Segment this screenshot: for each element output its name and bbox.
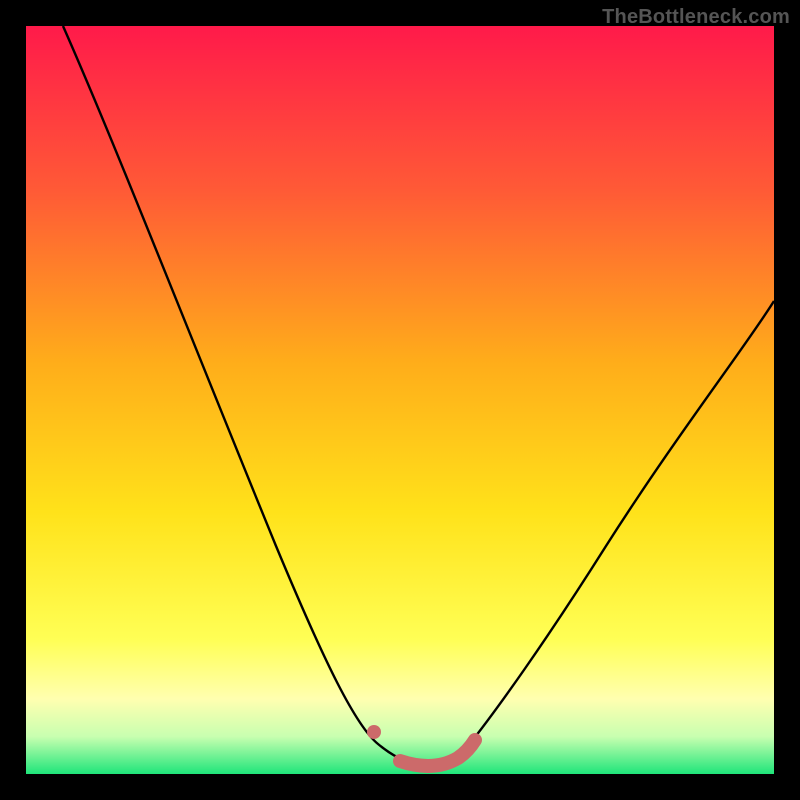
gradient-background bbox=[26, 26, 774, 774]
marker-dot bbox=[367, 725, 381, 739]
chart-svg bbox=[26, 26, 774, 774]
watermark-text: TheBottleneck.com bbox=[602, 6, 790, 29]
outer-frame: TheBottleneck.com bbox=[0, 0, 800, 800]
plot-area bbox=[26, 26, 774, 774]
